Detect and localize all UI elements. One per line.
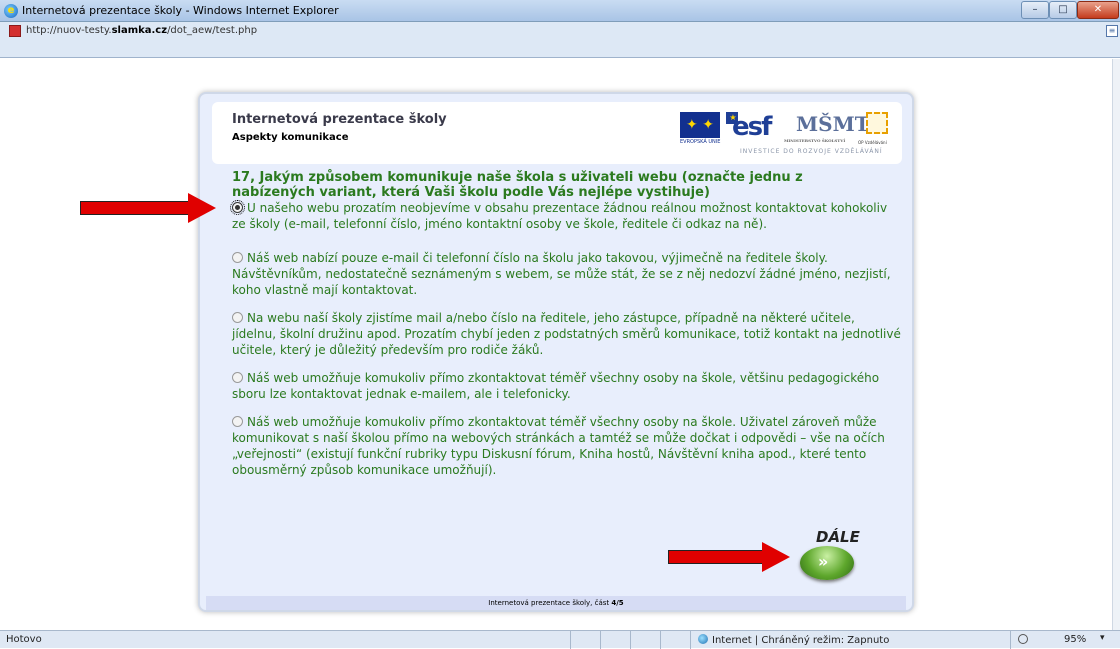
status-text: Hotovo: [6, 634, 42, 645]
fast-forward-icon: »: [800, 546, 854, 580]
radio-button-selected[interactable]: [230, 200, 245, 215]
esf-logo: ★ esf: [724, 112, 772, 146]
minimize-button[interactable]: –: [1021, 1, 1049, 19]
red-arrow-annotation: [80, 193, 216, 223]
ie-icon: e: [4, 4, 18, 18]
close-button[interactable]: ✕: [1077, 1, 1119, 19]
next-label: DÁLE: [816, 528, 860, 546]
radio-button[interactable]: [232, 416, 243, 427]
option-label: Náš web umožňuje komukoliv přímo zkontak…: [232, 371, 880, 401]
radio-button[interactable]: [232, 372, 243, 383]
survey-card: Internetová prezentace školy Aspekty kom…: [198, 92, 914, 612]
answer-option-1[interactable]: U našeho webu prozatím neobjevíme v obsa…: [230, 200, 902, 232]
globe-icon: [698, 634, 708, 644]
op-vk-logo: OP Vzdělávání: [858, 112, 888, 145]
progress-part: 4/5: [611, 599, 624, 607]
chevron-down-icon[interactable]: ▾: [1100, 633, 1105, 643]
maximize-button[interactable]: □: [1049, 1, 1077, 19]
page-title: Internetová prezentace školy: [232, 112, 447, 127]
card-footer: Internetová prezentace školy, část 4/5: [206, 596, 906, 610]
answer-option-5[interactable]: Náš web umožňuje komukoliv přímo zkontak…: [232, 414, 902, 478]
question-text: 17, Jakým způsobem komunikuje naše škola…: [232, 170, 803, 200]
msmt-logo: MŠMT MINISTERSTVO ŠKOLSTVÍ: [784, 112, 870, 143]
card-header: Internetová prezentace školy Aspekty kom…: [212, 102, 902, 164]
next-button[interactable]: DÁLE »: [798, 524, 862, 584]
answer-option-3[interactable]: Na webu naší školy zjistíme mail a/nebo …: [232, 310, 902, 358]
security-zone[interactable]: Internet | Chráněný režim: Zapnuto: [698, 634, 889, 646]
vertical-scrollbar[interactable]: [1112, 59, 1120, 630]
url-text[interactable]: http://nuov-testy.slamka.cz/dot_aew/test…: [26, 25, 257, 36]
answer-option-2[interactable]: Náš web nabízí pouze e-mail či telefonní…: [232, 250, 902, 298]
browser-window: e Internetová prezentace školy - Windows…: [0, 0, 1120, 649]
site-favicon-icon: [9, 25, 21, 37]
window-title: Internetová prezentace školy - Windows I…: [22, 4, 339, 17]
title-bar: e Internetová prezentace školy - Windows…: [0, 0, 1120, 22]
eu-flag-logo: ✦ ✦ EVROPSKÁ UNIE: [680, 112, 720, 145]
logo-tagline: INVESTICE DO ROZVOJE VZDĚLÁVÁNÍ: [740, 148, 883, 155]
zoom-level[interactable]: 95%: [1064, 634, 1086, 645]
radio-button[interactable]: [232, 252, 243, 263]
feed-icon[interactable]: ≡: [1106, 25, 1118, 37]
page-subtitle: Aspekty komunikace: [232, 132, 349, 143]
answer-option-4[interactable]: Náš web umožňuje komukoliv přímo zkontak…: [232, 370, 902, 402]
zoom-icon[interactable]: [1018, 634, 1028, 644]
red-arrow-annotation: [668, 542, 790, 572]
option-label: Náš web nabízí pouze e-mail či telefonní…: [232, 251, 891, 297]
status-bar: Hotovo Internet | Chráněný režim: Zapnut…: [0, 630, 1120, 649]
address-bar[interactable]: http://nuov-testy.slamka.cz/dot_aew/test…: [0, 22, 1120, 58]
option-label: U našeho webu prozatím neobjevíme v obsa…: [232, 201, 888, 231]
option-label: Náš web umožňuje komukoliv přímo zkontak…: [232, 415, 885, 477]
option-label: Na webu naší školy zjistíme mail a/nebo …: [232, 311, 901, 357]
radio-button[interactable]: [232, 312, 243, 323]
